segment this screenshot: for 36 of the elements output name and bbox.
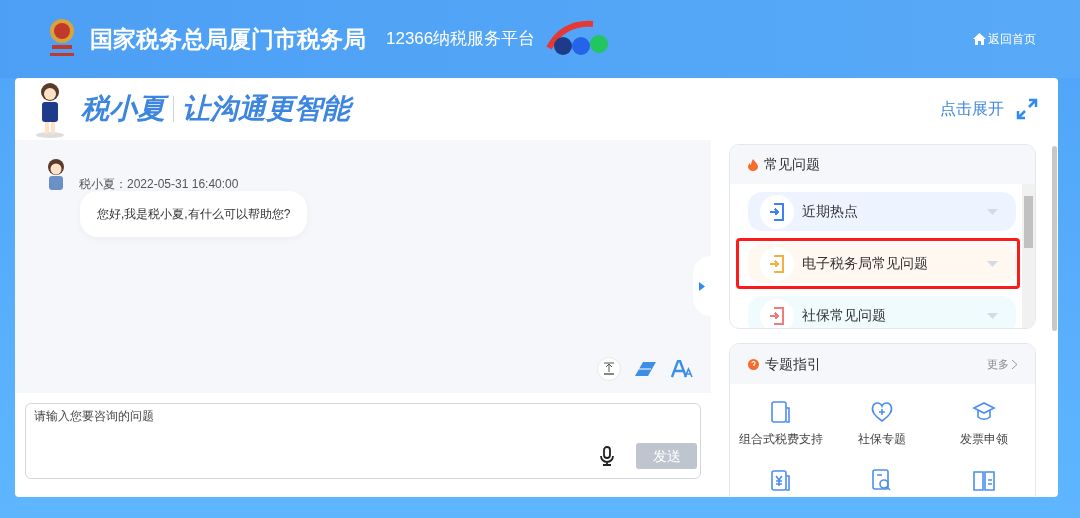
site-title: 国家税务总局厦门市税务局 xyxy=(90,24,366,54)
message-meta: 税小夏：2022-05-31 16:40:00 xyxy=(79,176,239,193)
faq-category[interactable]: 近期热点 xyxy=(748,192,1016,231)
topic-link[interactable]: 社保专题 xyxy=(858,430,907,448)
chevron-icon xyxy=(1012,359,1017,369)
scrollbar[interactable] xyxy=(1022,184,1035,328)
topic-link[interactable]: 组合式税费支持 xyxy=(738,430,823,448)
eraser-icon[interactable] xyxy=(635,361,657,377)
home-icon xyxy=(973,33,986,45)
question-icon xyxy=(748,358,759,370)
topic-link[interactable]: 发票申领 xyxy=(960,430,1009,448)
collapse-tab[interactable] xyxy=(693,256,711,316)
microphone-icon[interactable] xyxy=(600,446,614,466)
document-icon[interactable] xyxy=(768,400,793,424)
heart-icon[interactable] xyxy=(870,400,895,424)
page-scrollbar[interactable] xyxy=(1052,146,1057,331)
caret-icon xyxy=(699,281,705,291)
expand-icon[interactable] xyxy=(1016,98,1038,120)
faq-category[interactable]: 社保常见问题 xyxy=(748,296,1016,328)
section-title: 专题指引 xyxy=(765,354,821,374)
flame-icon xyxy=(748,158,758,171)
message-bubble: 您好,我是税小夏,有什么可以帮助您? xyxy=(80,191,308,237)
avatar-icon xyxy=(45,158,67,190)
caret-icon xyxy=(987,260,998,267)
more-link[interactable]: 更多 xyxy=(987,355,1017,373)
book-icon[interactable] xyxy=(972,468,997,492)
avatar-icon xyxy=(33,80,67,138)
faq-category[interactable]: 电子税务局常见问题 xyxy=(748,244,1016,283)
expand-link[interactable]: 点击展开 xyxy=(940,97,1004,121)
scroll-top-icon[interactable] xyxy=(597,357,621,381)
document-icon[interactable] xyxy=(768,468,793,492)
section-title: 常见问题 xyxy=(764,155,820,174)
caret-icon xyxy=(987,208,998,215)
platform-name: 12366纳税服务平台 xyxy=(386,28,536,51)
caret-icon xyxy=(987,312,998,319)
font-size-icon[interactable] xyxy=(671,360,693,378)
